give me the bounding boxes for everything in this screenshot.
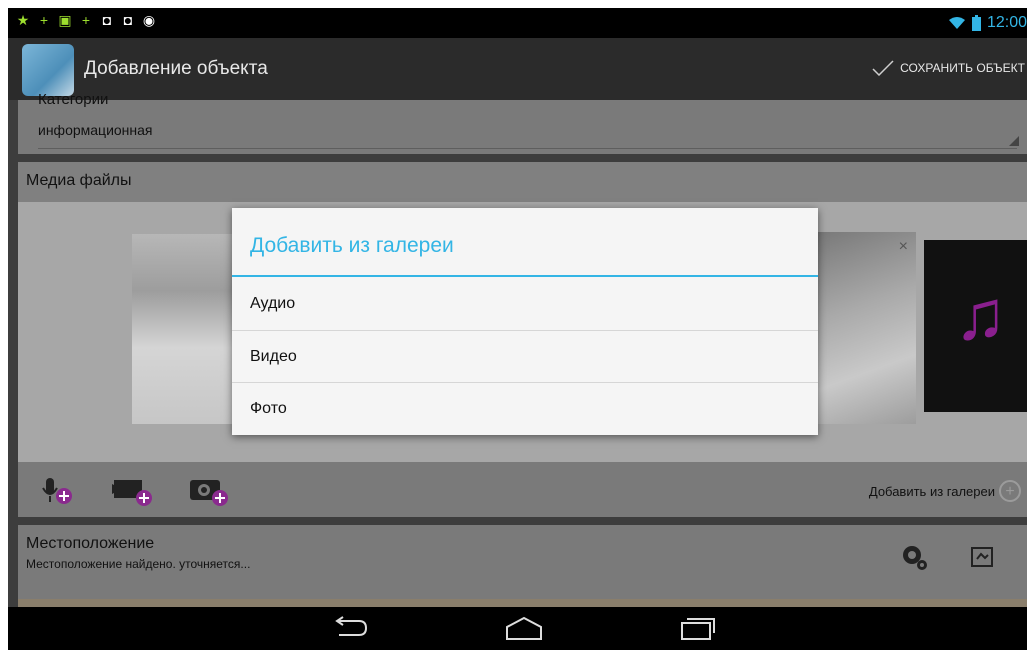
media-actions-bar: Добавить из галереи + — [18, 462, 1027, 517]
clock: 12:00 — [986, 14, 1027, 31]
app-icon[interactable] — [22, 44, 74, 96]
add-from-gallery-dialog: Добавить из галереи Аудио Видео Фото — [232, 208, 818, 435]
location-status: Местоположение найдено. уточняется... — [26, 557, 251, 571]
mic-add-icon[interactable] — [38, 472, 78, 508]
action-bar: Добавление объекта СОХРАНИТЬ ОБЪЕКТ — [8, 38, 1027, 100]
recents-icon[interactable] — [680, 615, 716, 641]
location-progress — [18, 599, 1027, 607]
location-title: Местоположение — [26, 535, 155, 552]
category-section: Категории информационная — [18, 91, 1027, 154]
check-icon — [872, 60, 894, 76]
dialog-title: Добавить из галереи — [250, 234, 454, 257]
map-icon[interactable] — [970, 545, 994, 569]
select-underline — [38, 148, 1017, 149]
cat-icon: ◉ — [142, 12, 156, 28]
star-icon: ★ — [16, 12, 30, 28]
gear-icon[interactable] — [900, 543, 930, 573]
dialog-item-label: Аудио — [250, 295, 296, 312]
media-files-title: Медиа файлы — [26, 172, 132, 189]
camera-add-icon[interactable] — [188, 472, 228, 508]
music-note-icon: ♫ — [954, 276, 1007, 354]
dialog-item-label: Видео — [250, 348, 297, 365]
dialog-item-video[interactable]: Видео — [232, 331, 818, 382]
device-screen: ★ + ▣ + ◘ ◘ ◉ 12:00 Добавление объекта С… — [8, 8, 1027, 650]
back-icon[interactable] — [333, 615, 369, 641]
plus-icon: + — [81, 12, 91, 28]
location-section: Местоположение Местоположение найдено. у… — [18, 525, 1027, 607]
status-bar: ★ + ▣ + ◘ ◘ ◉ 12:00 — [8, 8, 1027, 38]
home-icon[interactable] — [504, 615, 544, 641]
notification-icons: ★ + ▣ + ◘ ◘ ◉ — [16, 13, 156, 27]
dialog-title-divider — [232, 275, 818, 277]
system-icons: 12:00 — [948, 14, 1027, 32]
category-select[interactable]: информационная — [38, 122, 153, 138]
dialog-item-label: Фото — [250, 400, 287, 417]
save-object-label: СОХРАНИТЬ ОБЪЕКТ — [900, 61, 1025, 75]
page-title: Добавление объекта — [84, 58, 268, 79]
media-thumbnail[interactable]: × — [808, 232, 916, 424]
video-add-icon[interactable] — [112, 472, 152, 508]
add-from-gallery-label: Добавить из галереи — [868, 483, 995, 499]
plus-icon: + — [39, 12, 49, 28]
category-label: Категории — [38, 91, 109, 108]
image-icon: ▣ — [58, 12, 72, 28]
add-circle-icon: + — [999, 480, 1021, 502]
dropdown-arrow-icon — [1009, 136, 1019, 146]
dialog-item-photo[interactable]: Фото — [232, 383, 818, 434]
bag-icon: ◘ — [102, 12, 112, 28]
add-from-gallery-button[interactable]: Добавить из галереи + — [869, 480, 1021, 502]
bag-icon: ◘ — [123, 12, 133, 28]
battery-icon — [971, 15, 981, 31]
media-thumbnail[interactable]: ♫ — [924, 240, 1027, 412]
save-object-button[interactable]: СОХРАНИТЬ ОБЪЕКТ — [872, 60, 1025, 76]
wifi-icon — [948, 17, 965, 29]
navigation-bar — [8, 607, 1027, 650]
dialog-item-audio[interactable]: Аудио — [232, 278, 818, 329]
close-icon[interactable]: × — [899, 238, 908, 256]
